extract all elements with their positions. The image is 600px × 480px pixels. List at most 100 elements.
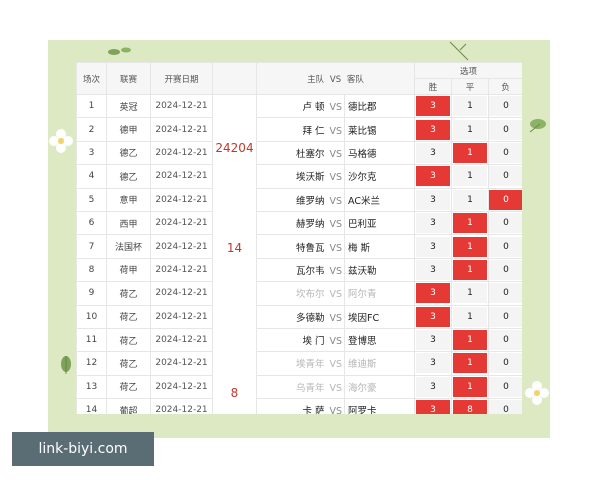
draw-option[interactable]: 1 xyxy=(451,117,489,142)
row-league: 法国杯 xyxy=(106,234,151,259)
row-home-team: 卡 萨 VS xyxy=(256,398,345,414)
loss-value: 0 xyxy=(489,353,522,374)
draw-option[interactable]: 1 xyxy=(451,257,489,283)
win-option[interactable]: 3 xyxy=(414,281,452,306)
win-value: 3 xyxy=(416,283,450,304)
draw-option[interactable]: 1 xyxy=(451,327,489,353)
loss-option[interactable]: 0 xyxy=(487,210,522,236)
win-option[interactable]: 3 xyxy=(414,374,452,400)
side-number-first: 24204 xyxy=(215,141,254,155)
draw-option[interactable]: 1 xyxy=(451,187,489,212)
loss-option[interactable]: 0 xyxy=(487,234,522,259)
loss-option[interactable]: 0 xyxy=(487,374,522,400)
win-option[interactable]: 3 xyxy=(414,140,452,166)
win-value: 3 xyxy=(416,330,450,351)
win-option[interactable]: 3 xyxy=(414,257,452,283)
row-index: 13 xyxy=(76,374,107,400)
win-option[interactable]: 3 xyxy=(414,117,452,142)
draw-option[interactable]: 1 xyxy=(451,351,489,376)
vs-label: VS xyxy=(329,148,342,160)
draw-option[interactable]: 1 xyxy=(451,140,489,166)
draw-option[interactable]: 1 xyxy=(451,93,489,119)
draw-value: 8 xyxy=(453,400,487,414)
row-date: 2024-12-21 xyxy=(150,234,213,259)
row-date: 2024-12-21 xyxy=(150,164,213,189)
loss-option[interactable]: 0 xyxy=(487,93,522,119)
win-option[interactable]: 3 xyxy=(414,351,452,376)
loss-option[interactable]: 0 xyxy=(487,257,522,283)
branch-decoration-icon xyxy=(449,41,469,61)
win-option[interactable]: 3 xyxy=(414,187,452,212)
win-option[interactable]: 3 xyxy=(414,327,452,353)
row-home-team: 维罗纳 VS xyxy=(256,187,345,212)
loss-value: 0 xyxy=(489,376,522,397)
col-date-header: 开赛日期 xyxy=(150,62,213,95)
win-option[interactable]: 3 xyxy=(414,304,452,329)
loss-value: 0 xyxy=(489,96,522,117)
loss-option[interactable]: 0 xyxy=(487,327,522,353)
flower-decoration-icon xyxy=(49,129,73,153)
row-home-team: 赫罗纳 VS xyxy=(256,210,345,236)
row-date: 2024-12-21 xyxy=(150,140,213,166)
draw-option[interactable]: 1 xyxy=(451,304,489,329)
side-number-second: 14 xyxy=(226,241,243,256)
draw-option[interactable]: 1 xyxy=(451,374,489,400)
table-row: 6 西甲 2024-12-21 14 赫罗纳 VS 巴利亚 3 1 0 xyxy=(76,210,522,329)
row-index: 12 xyxy=(76,351,107,376)
draw-option[interactable]: 1 xyxy=(451,281,489,306)
win-option[interactable]: 3 xyxy=(414,210,452,236)
col-match-header: 主队 VS 客队 xyxy=(256,62,415,95)
loss-option[interactable]: 0 xyxy=(487,187,522,212)
win-option[interactable]: 3 xyxy=(414,398,452,414)
draw-option[interactable]: 1 xyxy=(451,210,489,236)
draw-option[interactable]: 1 xyxy=(451,164,489,189)
home-team-name: 埃青年 xyxy=(295,359,325,371)
row-league: 荷乙 xyxy=(106,374,151,400)
wallpaper-frame: 场次 联赛 开赛日期 主队 VS 客队 选项 胜 平 负 1 英冠 2024-1… xyxy=(48,40,550,438)
row-away-team: 莱比锡 xyxy=(344,117,415,142)
win-option[interactable]: 3 xyxy=(414,234,452,259)
loss-value: 0 xyxy=(489,189,522,210)
loss-option[interactable]: 0 xyxy=(487,398,522,414)
table-row: 13 荷乙 2024-12-21 乌青年 VS 海尔豪 3 1 0 xyxy=(76,374,522,400)
loss-option[interactable]: 0 xyxy=(487,281,522,306)
row-home-team: 埃青年 VS xyxy=(256,351,345,376)
table-row: 3 德乙 2024-12-21 杜塞尔 VS 马格德 3 1 0 xyxy=(76,140,522,166)
leaf-decoration-icon xyxy=(108,47,131,55)
col-home-header: 主队 xyxy=(307,74,325,85)
row-home-team: 多德勒 VS xyxy=(256,304,345,329)
row-away-team: 沙尔克 xyxy=(344,164,415,189)
loss-option[interactable]: 0 xyxy=(487,351,522,376)
draw-value: 1 xyxy=(453,353,487,374)
table-row: 14 葡超 2024-12-21 卡 萨 VS 阿罗卡 3 8 0 xyxy=(76,398,522,414)
side-number-cell: 24204 xyxy=(212,94,257,212)
loss-value: 0 xyxy=(489,259,522,280)
row-league: 德乙 xyxy=(106,164,151,189)
row-away-team: 登博思 xyxy=(344,327,415,353)
row-date: 2024-12-21 xyxy=(150,187,213,212)
row-home-team: 瓦尔韦 VS xyxy=(256,257,345,283)
draw-option[interactable]: 1 xyxy=(451,234,489,259)
loss-option[interactable]: 0 xyxy=(487,117,522,142)
row-league: 荷乙 xyxy=(106,351,151,376)
win-option[interactable]: 3 xyxy=(414,93,452,119)
loss-option[interactable]: 0 xyxy=(487,164,522,189)
row-home-team: 埃沃斯 VS xyxy=(256,164,345,189)
loss-option[interactable]: 0 xyxy=(487,304,522,329)
row-date: 2024-12-21 xyxy=(150,257,213,283)
draw-value: 1 xyxy=(453,376,487,397)
draw-option[interactable]: 8 xyxy=(451,398,489,414)
row-league: 葡超 xyxy=(106,398,151,414)
row-away-team: 埃因FC xyxy=(344,304,415,329)
vs-label: VS xyxy=(329,289,342,301)
col-win-header: 胜 xyxy=(414,78,452,95)
win-value: 3 xyxy=(416,189,450,210)
loss-option[interactable]: 0 xyxy=(487,140,522,166)
win-option[interactable]: 3 xyxy=(414,164,452,189)
row-home-team: 杜塞尔 VS xyxy=(256,140,345,166)
col-away-header: 客队 xyxy=(346,74,364,85)
vs-label: VS xyxy=(329,125,342,137)
row-date: 2024-12-21 xyxy=(150,93,213,119)
row-home-team: 坎布尔 VS xyxy=(256,281,345,306)
row-index: 6 xyxy=(76,210,107,236)
